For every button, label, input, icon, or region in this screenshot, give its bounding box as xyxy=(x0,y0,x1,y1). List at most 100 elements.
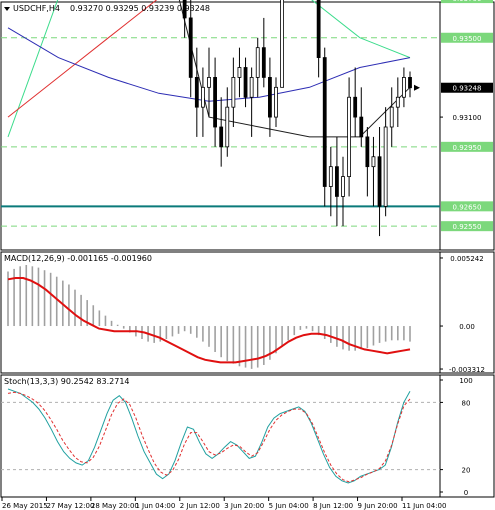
candle-body xyxy=(377,156,382,207)
stoch-line xyxy=(7,388,411,484)
price-tick-label: 0.93500 xyxy=(453,35,482,43)
candle xyxy=(389,87,394,147)
candle xyxy=(335,136,339,227)
chart-symbol: USDCHF,H4 xyxy=(13,4,60,13)
pane-frames xyxy=(0,1,495,498)
candle-body xyxy=(188,17,193,78)
header-icon xyxy=(4,7,10,11)
candle-body xyxy=(402,77,406,98)
candle xyxy=(213,57,217,147)
candle xyxy=(322,47,327,207)
candle-body xyxy=(207,77,211,88)
candle-body xyxy=(201,86,205,108)
candle-body xyxy=(359,116,364,138)
time-tick-label: 2 Jun 12:00 xyxy=(180,502,220,510)
candle xyxy=(353,67,358,137)
candle-body xyxy=(194,77,199,108)
candle xyxy=(201,67,205,137)
price-tick-label: 0.92650 xyxy=(453,203,482,211)
candle-body xyxy=(395,96,400,108)
time-tick-label: 5 Jun 04:00 xyxy=(269,502,309,510)
chart-window: 0.953500.950500.947750.946100.944450.942… xyxy=(0,0,495,510)
macd-histogram xyxy=(7,265,411,369)
candle-body xyxy=(225,106,230,148)
macd-pane[interactable]: 0.005242 0.00 -0.003312 MACD(12,26,9) -0.0… xyxy=(4,254,485,374)
chart-canvas: 0.953500.950500.947750.946100.944450.942… xyxy=(0,0,495,510)
time-tick-label: 9 Jun 20:00 xyxy=(358,502,398,510)
candle xyxy=(249,67,254,137)
candle xyxy=(268,57,272,137)
time-axis: 26 May 201527 May 12:0028 May 20:001 Jun… xyxy=(1,497,446,510)
candle xyxy=(347,77,351,197)
stochastic-axis: 100 80 20 0 xyxy=(440,377,473,497)
stochastic-lines xyxy=(7,388,411,484)
candle xyxy=(316,0,321,78)
price-axis: 0.953500.950500.947750.946100.944450.942… xyxy=(440,0,493,232)
candles xyxy=(182,0,420,237)
candle xyxy=(341,156,345,227)
stoch-tick-label: 20 xyxy=(462,467,471,475)
stoch-label: Stoch(13,3,3) 90.2542 83.2714 xyxy=(4,377,130,386)
candle-body xyxy=(328,166,333,187)
candle-body xyxy=(280,0,284,88)
stoch-frame xyxy=(0,374,495,498)
candle-body xyxy=(237,67,242,78)
stochastic-pane[interactable]: 100 80 20 0 Stoch(13,3,3) 90.2542 83.2714 xyxy=(1,377,473,497)
candle-body xyxy=(231,77,236,108)
stoch-line xyxy=(7,391,411,483)
candle xyxy=(255,37,260,98)
time-tick-label: 28 May 20:00 xyxy=(91,502,139,510)
time-tick-label: 8 Jun 12:00 xyxy=(313,502,353,510)
time-tick-label: 26 May 2015 xyxy=(2,502,48,510)
candle-body xyxy=(341,176,345,197)
candle xyxy=(359,87,364,147)
chart-ohlc: 0.93270 0.93295 0.93239 0.93248 xyxy=(70,4,210,13)
price-pane[interactable]: 0.953500.950500.947750.946100.944450.942… xyxy=(1,0,493,237)
macd-label: MACD(12,26,9) -0.001165 -0.001960 xyxy=(4,254,152,263)
candle xyxy=(383,107,388,217)
time-tick-label: 27 May 12:00 xyxy=(46,502,94,510)
candle-body xyxy=(408,77,412,89)
macd-tick-label: -0.003312 xyxy=(449,366,485,374)
candle xyxy=(365,127,370,197)
current-price-arrow xyxy=(414,84,420,91)
price-tick-label: 0.93100 xyxy=(453,114,482,122)
price-tick-label: 0.93248 xyxy=(453,85,482,93)
price-tick-label: 0.92550 xyxy=(453,223,482,231)
candle-body xyxy=(249,77,254,98)
candle-body xyxy=(353,96,358,118)
candle xyxy=(377,127,382,237)
candle-body xyxy=(365,136,370,168)
macd-axis: 0.005242 0.00 -0.003312 xyxy=(440,255,485,374)
macd-tick-label: 0.005242 xyxy=(450,255,483,263)
candle xyxy=(408,71,412,98)
candle-body xyxy=(371,156,376,168)
stoch-tick-label: 0 xyxy=(464,489,468,497)
candle xyxy=(261,17,266,88)
candle-body xyxy=(268,77,272,118)
candle-body xyxy=(213,77,217,128)
candle xyxy=(243,57,248,108)
candle xyxy=(188,0,193,98)
candle xyxy=(280,0,284,88)
price-frame xyxy=(0,1,495,251)
stoch-tick-label: 80 xyxy=(462,399,471,407)
candle-body xyxy=(322,57,327,187)
candle-body xyxy=(335,166,339,197)
candle xyxy=(402,67,406,108)
price-tick-label: 0.92950 xyxy=(453,144,482,152)
candle xyxy=(194,47,199,137)
candle xyxy=(231,57,236,127)
time-tick-label: 3 Jun 20:00 xyxy=(224,502,264,510)
price-tick-label: 0.93700 xyxy=(453,0,482,3)
candle-body xyxy=(219,126,224,148)
time-tick-label: 11 Jun 04:00 xyxy=(402,502,446,510)
candle-body xyxy=(389,106,394,128)
candle xyxy=(225,87,230,157)
candle xyxy=(207,47,211,118)
candle-body xyxy=(274,86,278,118)
candle-body xyxy=(383,126,388,207)
time-tick-label: 1 Jun 04:00 xyxy=(135,502,175,510)
candle xyxy=(237,47,242,98)
candle xyxy=(395,77,400,127)
